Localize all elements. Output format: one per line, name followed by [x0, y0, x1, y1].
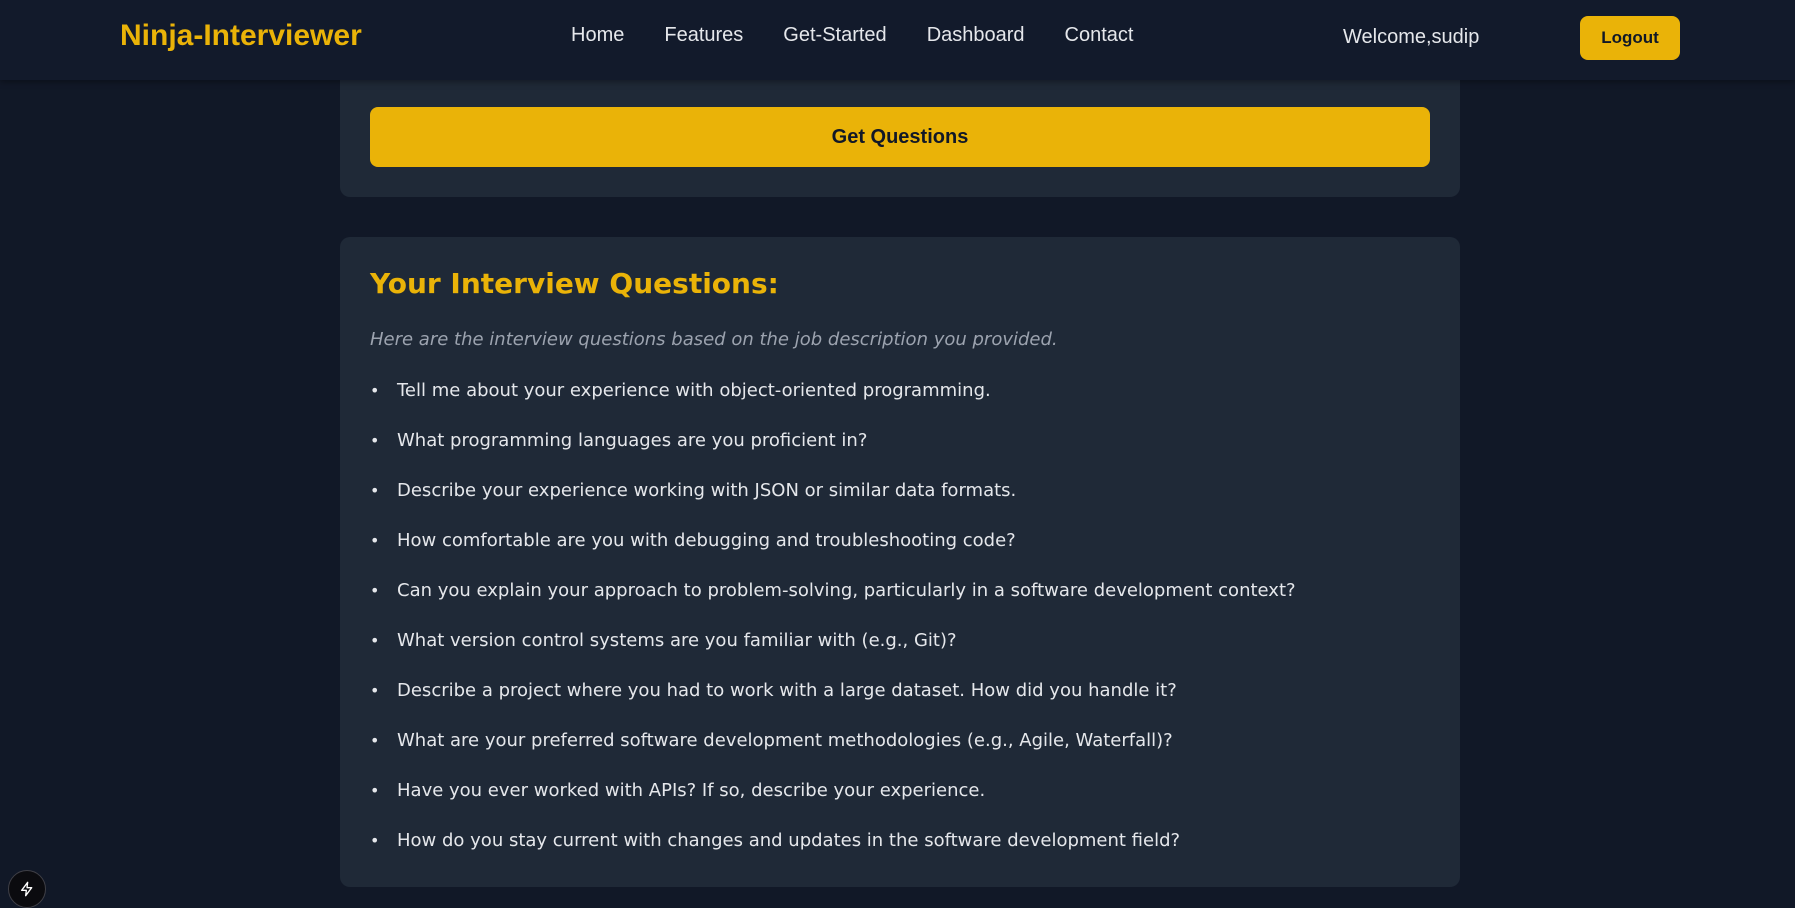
nav-links: Home Features Get-Started Dashboard Cont… — [571, 24, 1133, 47]
question-item: • Tell me about your experience with obje… — [370, 366, 1296, 416]
question-item: • How comfortable are you with debugging … — [370, 516, 1296, 566]
welcome-text: Welcome,sudip — [1343, 26, 1480, 48]
navbar: Ninja-Interviewer Home Features Get-Star… — [0, 0, 1795, 80]
question-text: Have you ever worked with APIs? If so, d… — [397, 780, 986, 801]
question-item: • How do you stay current with changes an… — [370, 816, 1296, 866]
bullet-icon: • — [370, 831, 380, 850]
bullet-icon: • — [370, 381, 380, 400]
question-text: Can you explain your approach to problem… — [397, 580, 1296, 601]
bullet-icon: • — [370, 681, 380, 700]
question-item: • Can you explain your approach to proble… — [370, 566, 1296, 616]
bullet-icon: • — [370, 431, 380, 450]
question-text: Describe a project where you had to work… — [397, 680, 1177, 701]
bullet-icon: • — [370, 531, 380, 550]
question-item: • Have you ever worked with APIs? If so, … — [370, 766, 1296, 816]
logout-button[interactable]: Logout — [1580, 16, 1680, 60]
question-item: • What programming languages are you prof… — [370, 416, 1296, 466]
question-item: • Describe your experience working with J… — [370, 466, 1296, 516]
dev-tools-badge[interactable] — [8, 870, 46, 908]
question-item: • Describe a project where you had to wor… — [370, 666, 1296, 716]
question-text: Describe your experience working with JS… — [397, 480, 1017, 501]
nav-link-contact[interactable]: Contact — [1065, 24, 1134, 47]
nav-link-get-started[interactable]: Get-Started — [783, 24, 886, 47]
question-item: • What are your preferred software develo… — [370, 716, 1296, 766]
nav-link-features[interactable]: Features — [664, 24, 743, 47]
question-item: • What version control systems are you fa… — [370, 616, 1296, 666]
question-text: Tell me about your experience with objec… — [397, 380, 991, 401]
questions-heading: Your Interview Questions: — [370, 267, 779, 300]
question-text: What version control systems are you fam… — [397, 630, 957, 651]
get-questions-button[interactable]: Get Questions — [370, 107, 1430, 167]
bullet-icon: • — [370, 481, 380, 500]
question-text: What are your preferred software develop… — [397, 730, 1173, 751]
bullet-icon: • — [370, 581, 380, 600]
nav-link-dashboard[interactable]: Dashboard — [927, 24, 1025, 47]
nav-link-home[interactable]: Home — [571, 24, 624, 47]
questions-subtitle: Here are the interview questions based o… — [370, 329, 1058, 350]
lightning-icon — [21, 881, 33, 897]
interview-questions-card: Your Interview Questions: Here are the i… — [340, 237, 1460, 887]
question-generator-card: Get Questions — [340, 60, 1460, 197]
question-text: How do you stay current with changes and… — [397, 830, 1181, 851]
bullet-icon: • — [370, 781, 380, 800]
brand-logo[interactable]: Ninja-Interviewer — [120, 19, 362, 53]
question-text: How comfortable are you with debugging a… — [397, 530, 1016, 551]
bullet-icon: • — [370, 731, 380, 750]
question-text: What programming languages are you profi… — [397, 430, 868, 451]
bullet-icon: • — [370, 631, 380, 650]
questions-list: • Tell me about your experience with obje… — [370, 366, 1296, 866]
